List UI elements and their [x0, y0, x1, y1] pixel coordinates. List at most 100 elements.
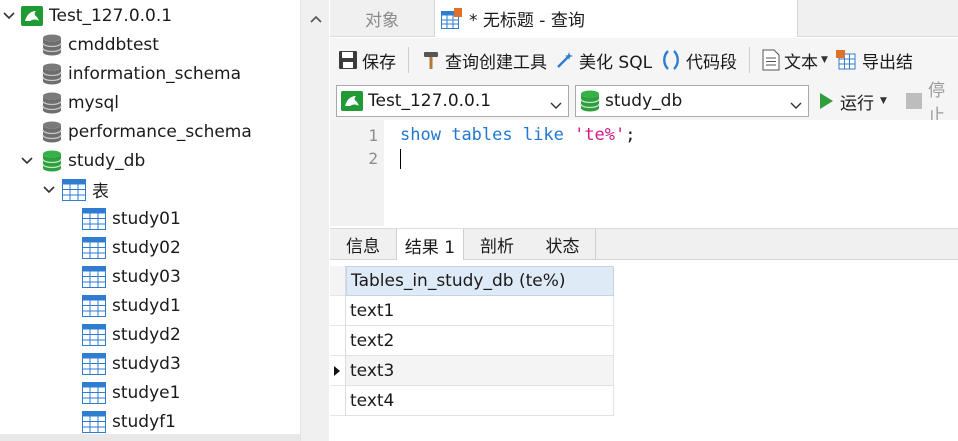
database-icon: [42, 34, 62, 56]
tree-db-information-schema[interactable]: information_schema: [42, 59, 241, 88]
result-tab-bar: 信息 结果 1 剖析 状态: [330, 228, 958, 261]
tab-profile[interactable]: 剖析: [464, 229, 530, 260]
row-indicator[interactable]: [330, 296, 346, 326]
text-cursor: [400, 149, 401, 169]
tree-connection[interactable]: Test_127.0.0.1: [0, 1, 172, 30]
table-row[interactable]: text1: [346, 296, 614, 326]
row-indicator-header: [330, 266, 346, 296]
tree-tables-folder[interactable]: 表: [40, 175, 109, 204]
tree-table-item[interactable]: study03: [82, 262, 181, 291]
save-button[interactable]: 保存: [334, 44, 400, 76]
tree-db-study-db[interactable]: study_db: [18, 146, 145, 175]
sql-editor[interactable]: 1 2 show tables like 'te%';: [330, 120, 958, 226]
query-table-icon: [441, 7, 463, 30]
result-grid: Tables_in_study_db (te%) text1 text2 tex…: [330, 260, 958, 441]
tree-db-mysql[interactable]: mysql: [42, 88, 119, 117]
cell-value: text1: [350, 300, 395, 321]
tab-profile-label: 剖析: [480, 237, 514, 257]
beautify-sql-button[interactable]: 美化 SQL: [551, 44, 656, 76]
table-icon: [82, 352, 106, 375]
table-label: studyf1: [112, 411, 176, 432]
query-toolbar: 保存 查询创建工具 美化 SQL 代码段 文本 ▼ 导出结: [330, 38, 958, 82]
row-indicator[interactable]: [330, 356, 346, 386]
caret-down-icon[interactable]: ▼: [880, 96, 887, 106]
tree-table-item[interactable]: study02: [82, 233, 181, 262]
line-number: 2: [368, 149, 378, 168]
beautify-sql-label: 美化 SQL: [579, 52, 653, 73]
document-icon: [762, 49, 780, 71]
text-label: 文本: [784, 52, 819, 73]
query-builder-button[interactable]: 查询创建工具: [417, 44, 551, 76]
table-label: studyd3: [112, 353, 181, 374]
text-button[interactable]: 文本 ▼: [758, 44, 832, 76]
connection-select[interactable]: Test_127.0.0.1: [336, 85, 569, 117]
sql-terminator: ;: [625, 125, 636, 145]
chevron-down-icon[interactable]: [40, 175, 58, 204]
navigation-tree: Test_127.0.0.1 cmddbtest information_sch…: [0, 0, 300, 441]
export-result-button[interactable]: 导出结: [832, 44, 917, 76]
tree-table-item[interactable]: studye1: [82, 378, 180, 407]
run-button[interactable]: 运行 ▼: [818, 85, 887, 117]
table-icon: [82, 323, 106, 346]
db-label: information_schema: [68, 63, 242, 84]
row-indicator[interactable]: [330, 386, 346, 416]
table-row[interactable]: text3: [346, 356, 614, 386]
tab-bar: 对象 * 无标题 - 查询: [330, 0, 958, 37]
table-label: study03: [112, 266, 181, 287]
export-icon: [835, 49, 858, 71]
tab-status[interactable]: 状态: [530, 229, 596, 260]
table-row[interactable]: text4: [346, 386, 614, 416]
horizontal-scrollbar[interactable]: [0, 434, 300, 441]
code-line: show tables like 'te%';: [400, 125, 636, 145]
caret-down-icon[interactable]: ▼: [821, 55, 828, 65]
scroll-up-arrow-icon[interactable]: [310, 8, 322, 28]
tree-vertical-scrollbar[interactable]: [300, 0, 329, 441]
hammer-icon: [421, 50, 441, 70]
export-result-label: 导出结: [861, 52, 913, 73]
tree-table-item[interactable]: studyd3: [82, 349, 181, 378]
toolbar-divider: [749, 47, 751, 73]
db-label: performance_schema: [68, 121, 252, 142]
tree-table-item[interactable]: study01: [82, 204, 181, 233]
tab-result-1[interactable]: 结果 1: [396, 229, 464, 261]
table-label: study02: [112, 237, 181, 258]
line-number-gutter: 1 2: [330, 120, 384, 226]
stop-button[interactable]: 停止: [906, 81, 958, 126]
current-row-pointer-icon: [334, 366, 340, 376]
mysql-connection-icon: [341, 91, 363, 111]
connection-label: Test_127.0.0.1: [49, 5, 173, 26]
toolbar-divider: [408, 47, 409, 73]
tab-info[interactable]: 信息: [330, 229, 396, 260]
tree-table-item[interactable]: studyf1: [82, 407, 176, 436]
row-indicator[interactable]: [330, 326, 346, 356]
chevron-down-icon[interactable]: [790, 95, 802, 115]
chevron-down-icon[interactable]: [18, 146, 36, 175]
db-label: cmddbtest: [68, 34, 159, 55]
tree-table-item[interactable]: studyd2: [82, 320, 181, 349]
cell-value: text3: [350, 360, 395, 381]
database-select[interactable]: study_db: [575, 85, 809, 117]
column-header[interactable]: Tables_in_study_db (te%): [346, 266, 614, 296]
tab-query[interactable]: * 无标题 - 查询: [434, 0, 798, 37]
table-label: study01: [112, 208, 181, 229]
sql-string: 'te%': [574, 125, 626, 145]
run-label: 运行: [840, 93, 874, 114]
tab-info-label: 信息: [346, 237, 380, 257]
chevron-down-icon[interactable]: [550, 95, 562, 115]
connection-select-value: Test_127.0.0.1: [368, 91, 492, 111]
query-editor-pane: 对象 * 无标题 - 查询 保存 查询创建工具 美化 SQL 代码段 文本 ▼ …: [330, 0, 958, 441]
save-icon: [338, 50, 358, 70]
tree-db-cmddbtest[interactable]: cmddbtest: [42, 30, 159, 59]
table-label: studyd2: [112, 324, 181, 345]
tree-table-item[interactable]: studyd1: [82, 291, 181, 320]
tree-db-performance-schema[interactable]: performance_schema: [42, 117, 252, 146]
code-snippet-label: 代码段: [686, 52, 738, 73]
table-row[interactable]: text2: [346, 326, 614, 356]
stop-icon: [906, 93, 922, 109]
database-open-icon: [42, 150, 62, 172]
chevron-down-icon[interactable]: [0, 1, 18, 30]
table-icon: [82, 265, 106, 288]
tab-query-label: * 无标题 - 查询: [469, 11, 585, 31]
code-snippet-button[interactable]: 代码段: [656, 44, 741, 76]
tab-objects[interactable]: 对象: [330, 0, 434, 37]
